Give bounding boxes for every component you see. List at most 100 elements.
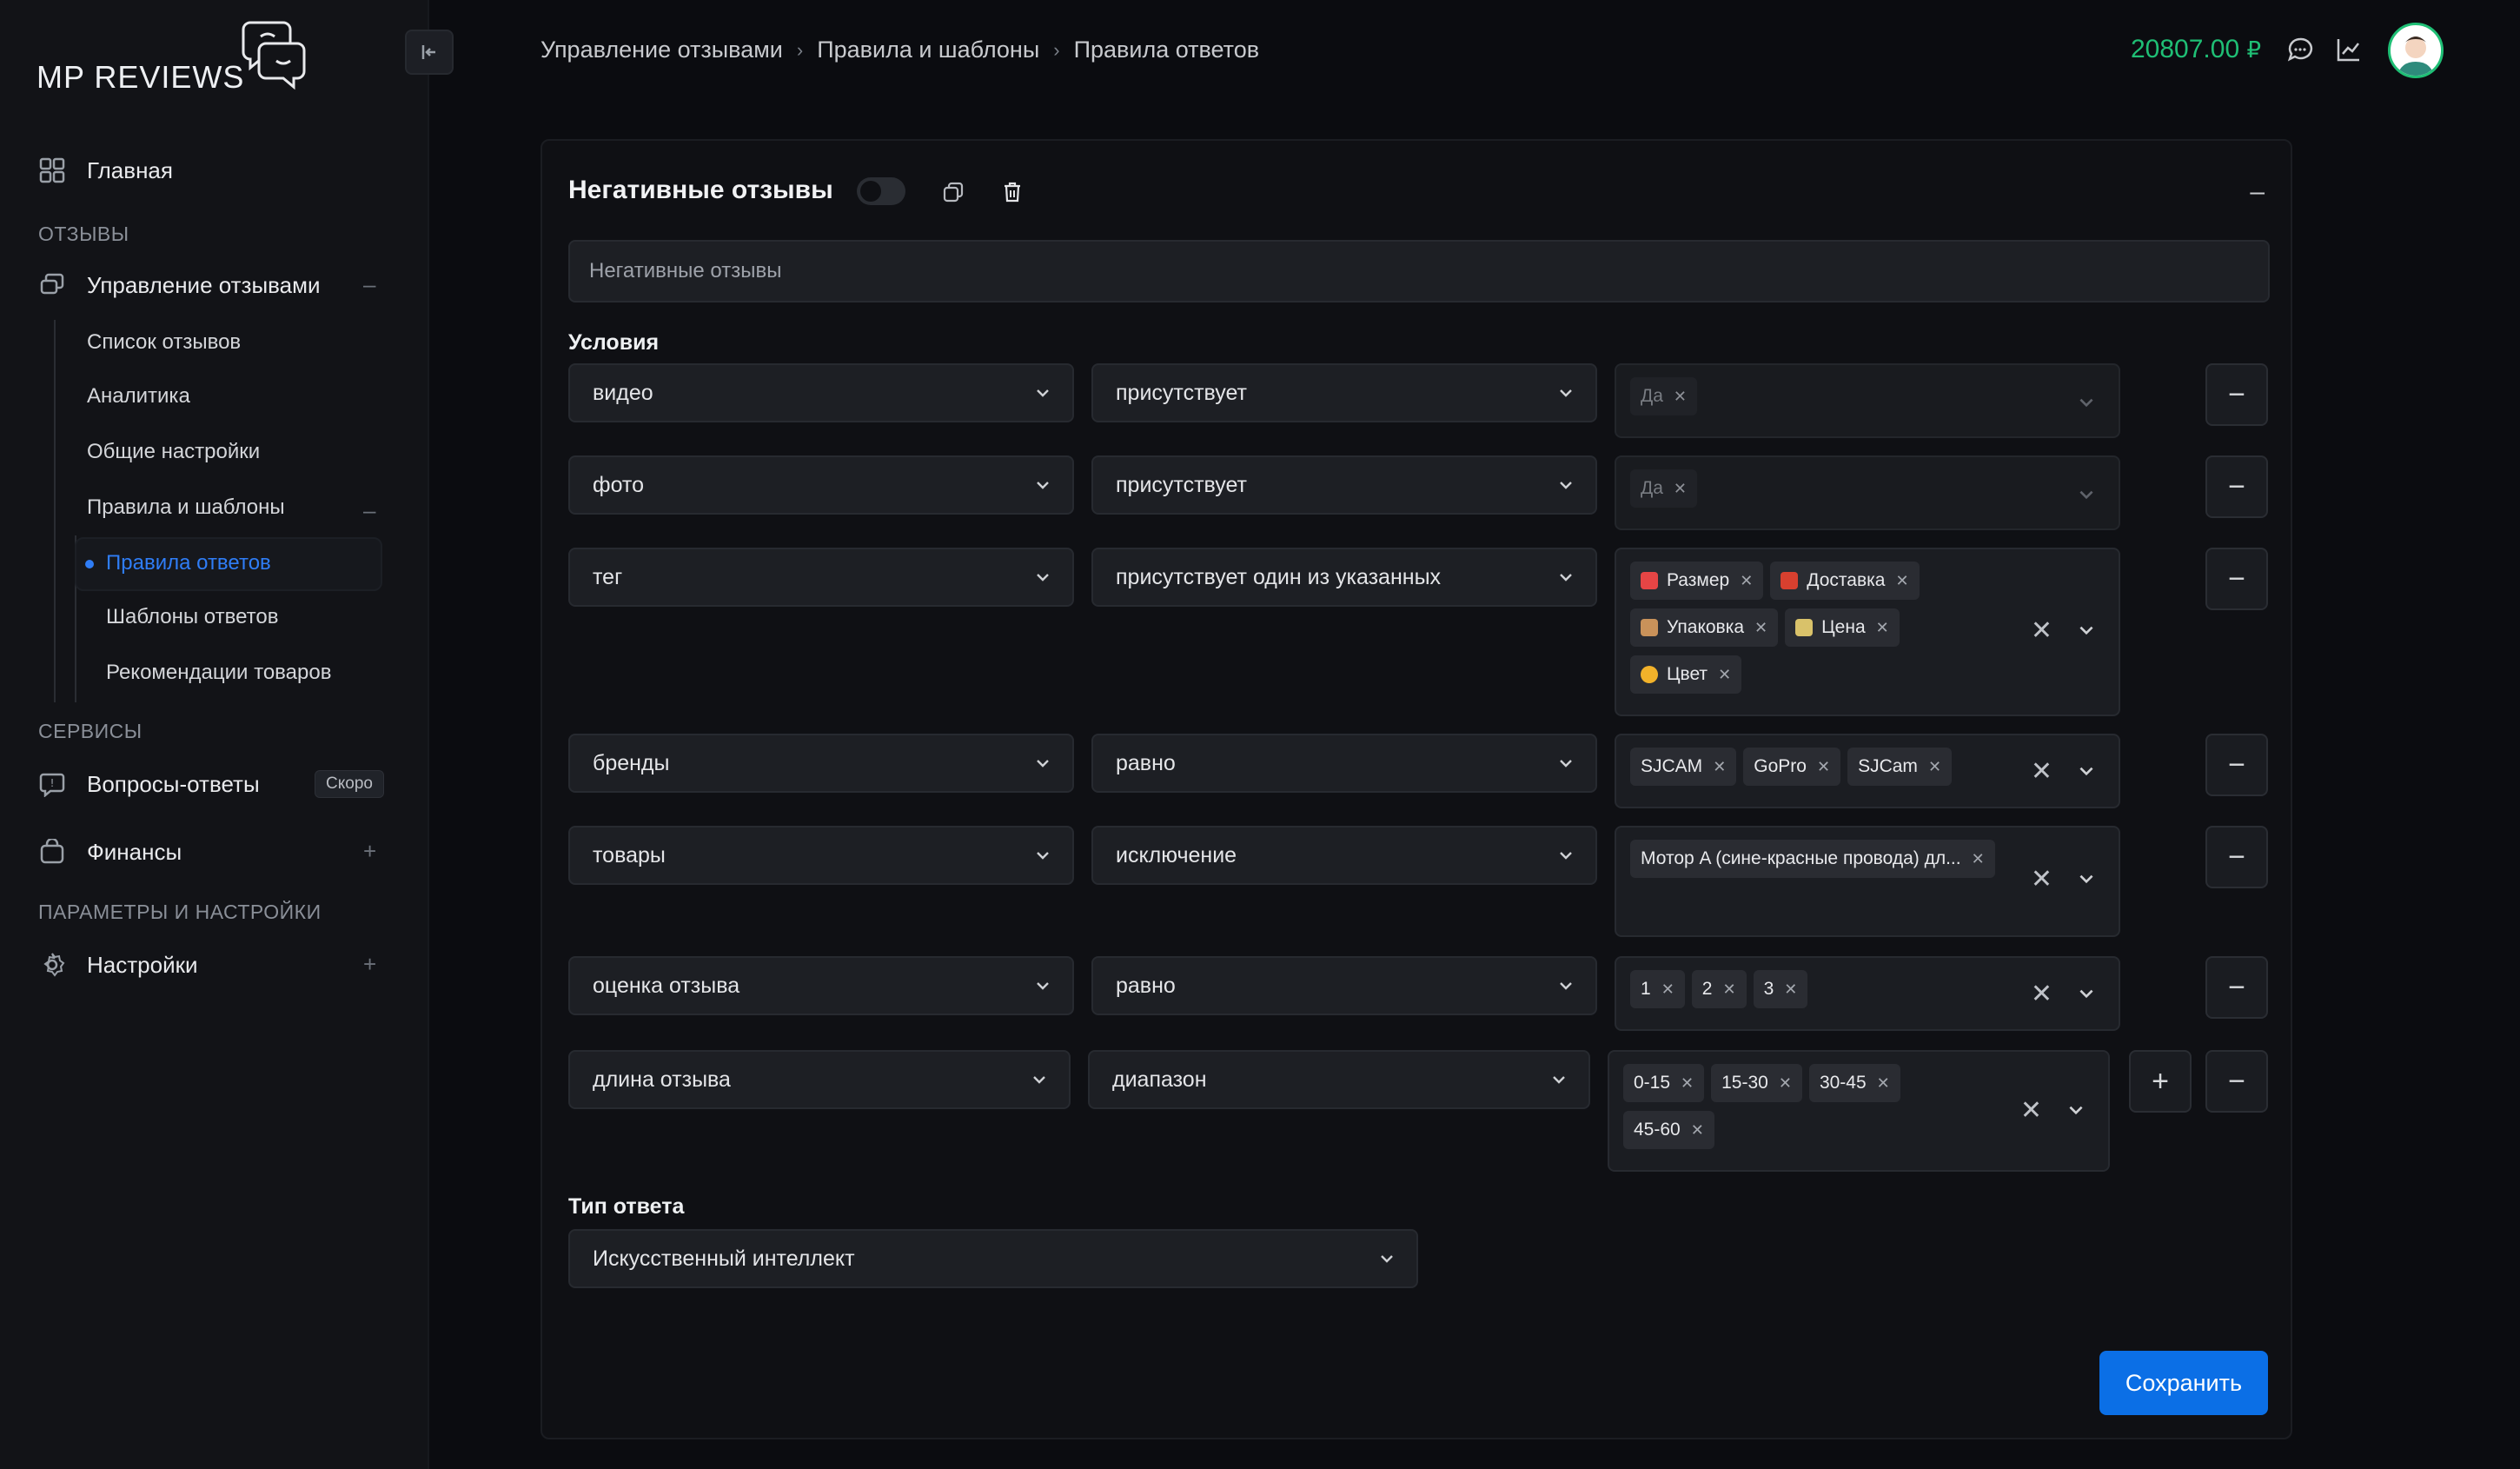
sidebar-item-reviews-management[interactable]: Управление отзывами: [38, 266, 321, 304]
condition-operator-select[interactable]: равно: [1091, 956, 1597, 1015]
condition-operator-select[interactable]: исключение: [1091, 826, 1597, 885]
condition-field-select[interactable]: бренды: [568, 734, 1074, 793]
chevron-down-icon[interactable]: [2077, 869, 2096, 888]
chart-icon[interactable]: [2334, 35, 2364, 64]
remove-condition-button[interactable]: −: [2205, 548, 2268, 610]
chevron-down-icon[interactable]: [2077, 761, 2096, 781]
remove-tag-icon[interactable]: ✕: [1972, 850, 1985, 868]
answer-type-select[interactable]: Искусственный интеллект: [568, 1229, 1418, 1288]
rule-enabled-toggle[interactable]: [857, 177, 905, 205]
avatar[interactable]: [2388, 23, 2444, 78]
remove-tag-icon[interactable]: ✕: [1928, 758, 1941, 776]
condition-values-select[interactable]: SJCAM ✕ GoPro ✕ SJCam ✕ ✕: [1615, 734, 2120, 808]
chevron-down-icon[interactable]: [2077, 485, 2096, 504]
remove-condition-button[interactable]: −: [2205, 956, 2268, 1019]
remove-condition-button[interactable]: −: [2205, 1050, 2268, 1113]
condition-operator-select[interactable]: присутствует один из указанных: [1091, 548, 1597, 607]
remove-tag-icon[interactable]: ✕: [1691, 1121, 1704, 1140]
chevron-down-icon[interactable]: [2077, 393, 2096, 412]
sidebar-subitem-general-settings[interactable]: Общие настройки: [87, 440, 260, 464]
collapse-toggle-icon[interactable]: –: [363, 497, 375, 524]
select-value: равно: [1116, 973, 1176, 998]
sidebar-item-home[interactable]: Главная: [38, 151, 173, 189]
rule-name-input[interactable]: Негативные отзывы: [568, 240, 2270, 302]
remove-tag-icon[interactable]: ✕: [1895, 572, 1908, 590]
remove-tag-icon[interactable]: ✕: [1754, 619, 1767, 637]
sidebar-subitem-answer-rules[interactable]: Правила ответов: [106, 551, 271, 575]
condition-values-select[interactable]: 0-15 ✕ 15-30 ✕ 30-45 ✕ 45-60 ✕ ✕: [1608, 1050, 2110, 1172]
condition-operator-select[interactable]: равно: [1091, 734, 1597, 793]
condition-field-select[interactable]: видео: [568, 363, 1074, 422]
remove-condition-button[interactable]: −: [2205, 826, 2268, 888]
chevron-down-icon[interactable]: [2077, 621, 2096, 640]
remove-tag-icon[interactable]: ✕: [1740, 572, 1753, 590]
condition-field-select[interactable]: оценка отзыва: [568, 956, 1074, 1015]
remove-tag-icon[interactable]: ✕: [1713, 758, 1726, 776]
answer-type-label: Тип ответа: [568, 1194, 685, 1219]
condition-field-select[interactable]: тег: [568, 548, 1074, 607]
remove-tag-icon[interactable]: ✕: [1661, 980, 1674, 999]
sidebar-item-qa[interactable]: ! Вопросы-ответы: [38, 765, 260, 803]
breadcrumb: Управление отзывами › Правила и шаблоны …: [540, 37, 1259, 63]
remove-tag-icon[interactable]: ✕: [1674, 480, 1687, 498]
remove-tag-icon[interactable]: ✕: [1722, 980, 1735, 999]
sidebar-item-settings[interactable]: Настройки: [38, 946, 198, 984]
condition-field-select[interactable]: товары: [568, 826, 1074, 885]
condition-values-select[interactable]: 1 ✕ 2 ✕ 3 ✕ ✕: [1615, 956, 2120, 1031]
remove-tag-icon[interactable]: ✕: [1681, 1074, 1694, 1093]
chat-icon[interactable]: [2285, 35, 2315, 64]
expand-toggle-icon[interactable]: +: [363, 838, 376, 865]
remove-tag-icon[interactable]: ✕: [1817, 758, 1830, 776]
chevron-down-icon[interactable]: [2066, 1100, 2086, 1120]
clear-values-icon[interactable]: ✕: [2031, 615, 2052, 646]
condition-operator-select[interactable]: присутствует: [1091, 363, 1597, 422]
expand-toggle-icon[interactable]: +: [363, 951, 376, 978]
save-button[interactable]: Сохранить: [2099, 1351, 2268, 1415]
clear-values-icon[interactable]: ✕: [2020, 1095, 2042, 1126]
question-chat-icon: !: [38, 770, 66, 798]
condition-values-select[interactable]: Да ✕: [1615, 363, 2120, 438]
sidebar-subitem-rules-templates[interactable]: Правила и шаблоны: [87, 495, 285, 520]
remove-tag-icon[interactable]: ✕: [1779, 1074, 1792, 1093]
add-condition-button[interactable]: +: [2129, 1050, 2192, 1113]
clear-values-icon[interactable]: ✕: [2031, 979, 2052, 1009]
condition-values-select[interactable]: Да ✕: [1615, 455, 2120, 530]
sidebar-subitem-answer-templates[interactable]: Шаблоны ответов: [106, 605, 278, 629]
remove-tag-icon[interactable]: ✕: [1674, 388, 1687, 406]
condition-operator-select[interactable]: присутствует: [1091, 455, 1597, 515]
condition-values-select[interactable]: Мотор A (сине-красные провода) дл... ✕ ✕: [1615, 826, 2120, 937]
breadcrumb-item[interactable]: Правила и шаблоны: [817, 37, 1039, 63]
remove-tag-icon[interactable]: ✕: [1876, 619, 1889, 637]
condition-field-select[interactable]: фото: [568, 455, 1074, 515]
collapse-toggle-icon[interactable]: –: [363, 271, 375, 298]
condition-operator-select[interactable]: диапазон: [1088, 1050, 1590, 1109]
remove-condition-button[interactable]: −: [2205, 363, 2268, 426]
value-tag: Доставка ✕: [1770, 562, 1920, 600]
sidebar-item-finance[interactable]: Финансы: [38, 833, 182, 871]
breadcrumb-item[interactable]: Управление отзывами: [540, 37, 783, 63]
remove-tag-icon[interactable]: ✕: [1718, 666, 1731, 684]
select-value: присутствует один из указанных: [1116, 564, 1442, 589]
remove-condition-button[interactable]: −: [2205, 455, 2268, 518]
chevron-down-icon[interactable]: [2077, 984, 2096, 1003]
collapse-card-icon[interactable]: –: [2250, 177, 2265, 207]
clear-values-icon[interactable]: ✕: [2031, 864, 2052, 894]
balance[interactable]: 20807.00 ₽: [2131, 35, 2261, 64]
trash-icon[interactable]: [999, 179, 1025, 205]
truck-icon: [1781, 572, 1799, 589]
condition-field-select[interactable]: длина отзыва: [568, 1050, 1071, 1109]
copy-icon[interactable]: [940, 179, 966, 205]
logo[interactable]: MP REVIEWS: [36, 17, 315, 104]
collapse-sidebar-button[interactable]: [405, 30, 454, 75]
remove-condition-button[interactable]: −: [2205, 734, 2268, 796]
condition-values-select[interactable]: Размер ✕ Доставка ✕ Упаковка ✕ Цена ✕ Цвет ✕ …: [1615, 548, 2120, 716]
chevron-down-icon: [1560, 852, 1572, 860]
remove-tag-icon[interactable]: ✕: [1877, 1074, 1890, 1093]
sidebar-subitem-reviews-list[interactable]: Список отзывов: [87, 330, 241, 355]
sidebar-subitem-product-recommendations[interactable]: Рекомендации товаров: [106, 661, 331, 685]
clear-values-icon[interactable]: ✕: [2031, 756, 2052, 787]
remove-tag-icon[interactable]: ✕: [1784, 980, 1797, 999]
sidebar-subitem-analytics[interactable]: Аналитика: [87, 384, 190, 409]
value-tag: Мотор A (сине-красные провода) дл... ✕: [1630, 840, 1995, 878]
svg-text:!: !: [50, 777, 55, 789]
